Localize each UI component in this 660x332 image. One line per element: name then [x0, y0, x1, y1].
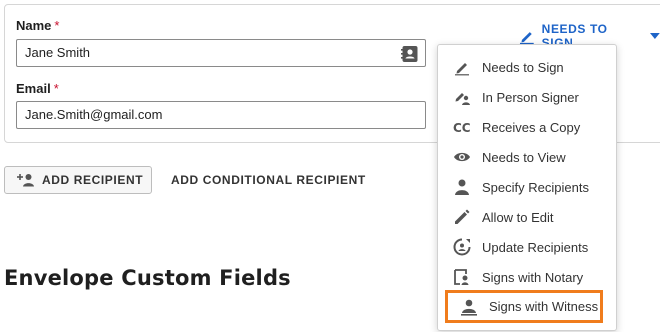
pencil-icon: [452, 207, 472, 227]
menu-item-label: Needs to Sign: [482, 59, 564, 75]
eye-icon: [452, 147, 472, 167]
menu-item-update-recipients[interactable]: Update Recipients: [438, 232, 618, 262]
add-recipient-button[interactable]: ADD RECIPIENT: [4, 166, 152, 194]
menu-item-signs-with-witness[interactable]: Signs with Witness: [445, 290, 603, 323]
name-label-text: Name: [16, 18, 52, 33]
menu-item-label: Allow to Edit: [482, 209, 554, 225]
menu-item-label: Update Recipients: [482, 239, 589, 255]
add-recipient-label: ADD RECIPIENT: [42, 173, 144, 187]
email-input-value: Jane.Smith@gmail.com: [25, 107, 163, 122]
cut-off-field-label: [4, 324, 44, 332]
witness-icon: [459, 297, 479, 317]
section-title: Envelope Custom Fields: [4, 266, 291, 290]
name-required-marker: *: [54, 18, 60, 33]
name-input-value: Jane Smith: [25, 45, 91, 60]
cc-icon: CC: [452, 117, 472, 137]
menu-item-specify-recipients[interactable]: Specify Recipients: [438, 172, 618, 202]
menu-item-in-person-signer[interactable]: In Person Signer: [438, 82, 618, 112]
menu-item-receives-a-copy[interactable]: CC Receives a Copy: [438, 112, 618, 142]
person-pen-icon: [452, 87, 472, 107]
menu-item-allow-to-edit[interactable]: Allow to Edit: [438, 202, 618, 232]
menu-item-label: Signs with Witness: [489, 299, 599, 314]
email-input[interactable]: Jane.Smith@gmail.com: [16, 101, 426, 129]
person-refresh-icon: [452, 237, 472, 257]
role-menu: Needs to Sign In Person Signer CC Receiv…: [437, 44, 617, 331]
email-required-marker: *: [53, 81, 59, 96]
add-conditional-recipient-button[interactable]: ADD CONDITIONAL RECIPIENT: [171, 173, 366, 187]
menu-item-needs-to-sign[interactable]: Needs to Sign: [438, 52, 618, 82]
email-label-text: Email: [16, 81, 51, 96]
person-icon: [452, 177, 472, 197]
menu-item-label: Signs with Notary: [482, 269, 584, 285]
contact-book-icon[interactable]: [401, 45, 419, 63]
name-label: Name *: [16, 18, 59, 33]
caret-down-icon: [650, 33, 660, 39]
menu-item-label: Receives a Copy: [482, 119, 581, 135]
add-person-icon: [17, 174, 34, 187]
pen-icon: [519, 32, 534, 44]
menu-item-needs-to-view[interactable]: Needs to View: [438, 142, 618, 172]
menu-item-signs-with-notary[interactable]: Signs with Notary: [438, 262, 618, 292]
name-input[interactable]: Jane Smith: [16, 39, 426, 67]
email-label: Email *: [16, 81, 59, 96]
menu-item-label: Needs to View: [482, 149, 566, 165]
add-conditional-recipient-label: ADD CONDITIONAL RECIPIENT: [171, 173, 366, 187]
svg-text:CC: CC: [453, 121, 471, 135]
menu-item-label: Specify Recipients: [482, 179, 589, 195]
pen-icon: [452, 57, 472, 77]
notary-icon: [452, 267, 472, 287]
menu-item-label: In Person Signer: [482, 89, 579, 105]
